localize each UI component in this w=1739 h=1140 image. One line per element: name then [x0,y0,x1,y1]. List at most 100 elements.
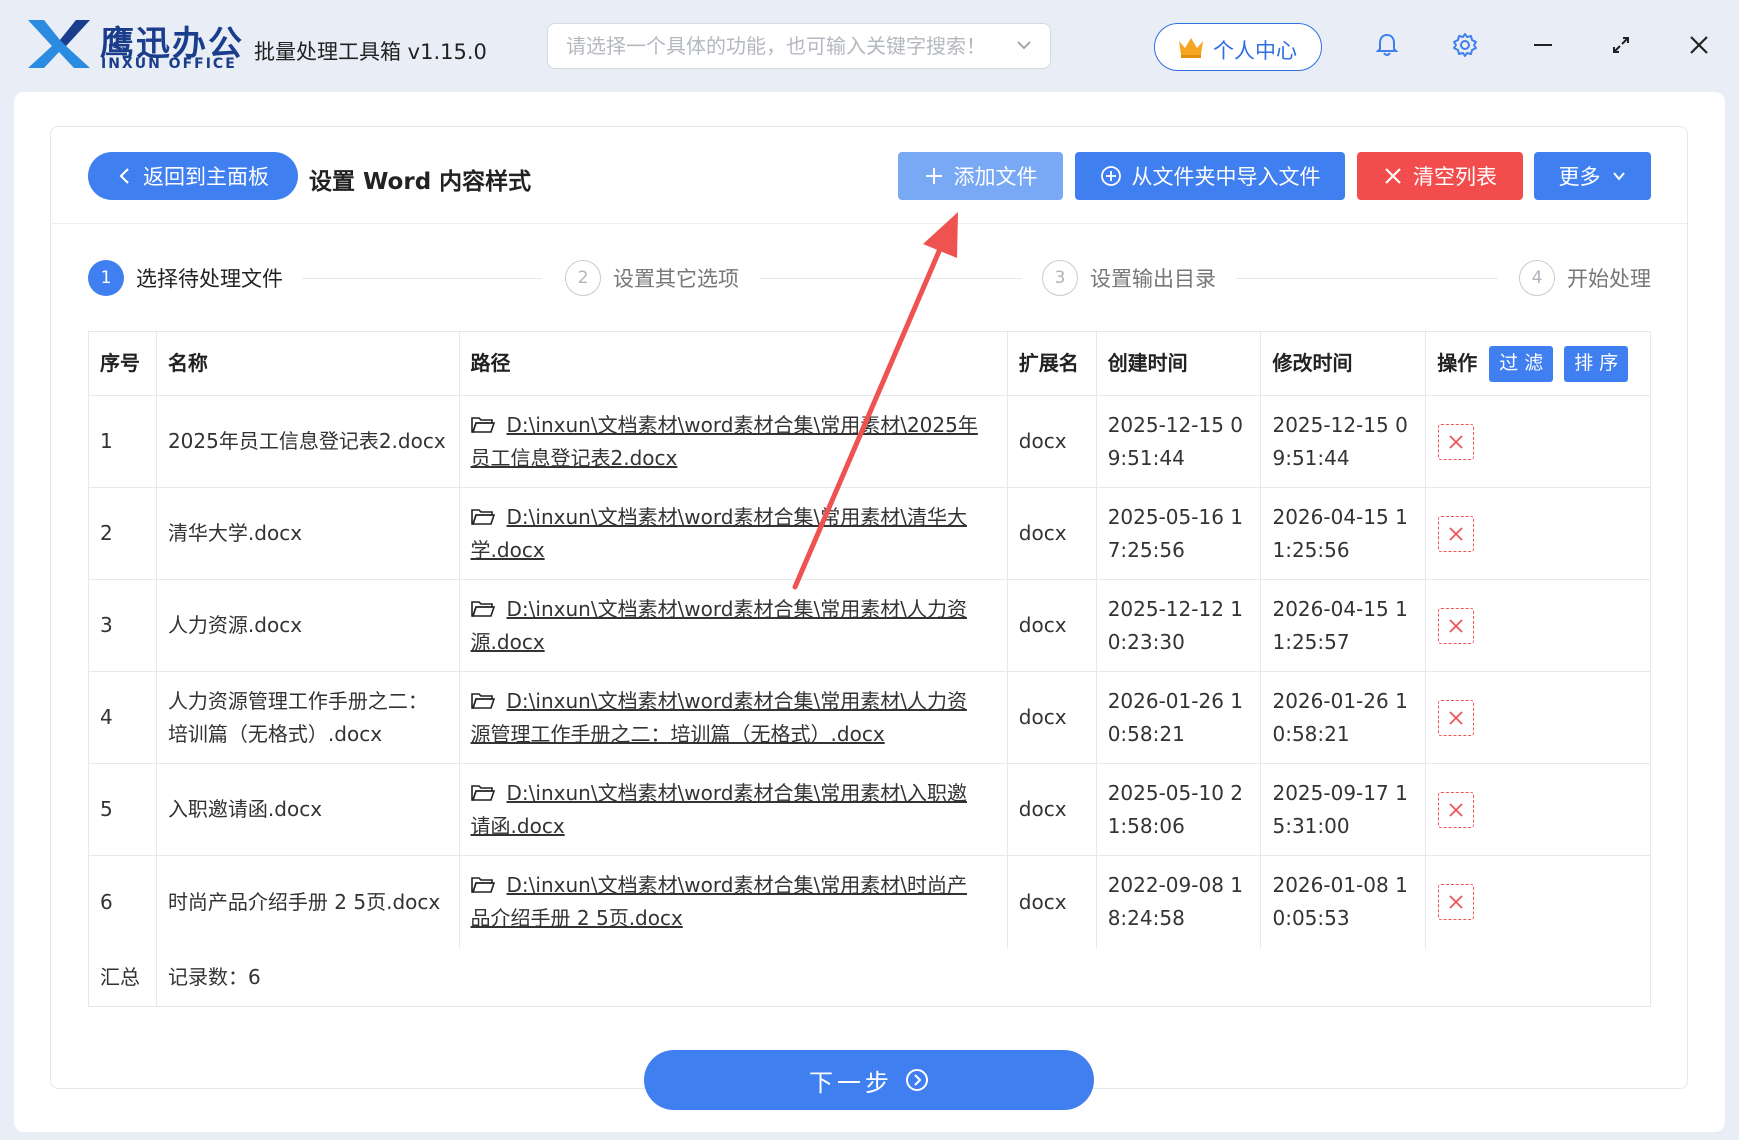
cell-line: 清华大学.docx [167,521,303,545]
delete-row-button[interactable] [1438,607,1475,644]
path-link-text: 员工信息登记表2.docx [470,445,678,470]
cell-line: 人力资源.docx [167,613,303,637]
delete-x-icon [1449,434,1463,449]
delete-row-button[interactable] [1438,515,1475,552]
file-extension: docx [1008,580,1097,671]
path-link-text: D:\inxun\文档素材\word素材合集\常用素材\人力资 [506,596,967,621]
bell-icon[interactable] [1372,30,1402,60]
search-input[interactable] [566,32,1006,60]
title-bar: 鹰迅办公 INXUN OFFICE 批量处理工具箱 v1.15.0 个人中心 [0,0,1739,92]
cell-line: 2025-12-15 0 [1107,412,1243,437]
file-name: 入职邀请函.docx [157,764,460,855]
column-header: 操作 [1437,351,1478,375]
app-title: 批量处理工具箱 v1.15.0 [254,40,487,64]
created-time: 2022-09-08 1 8:24:58 [1097,856,1262,948]
next-step-label: 下一步 [809,1068,893,1097]
clear-list-label: 清空列表 [1413,165,1497,189]
file-name: 时尚产品介绍手册 2 5页.docx [157,856,460,948]
step-number: 3 [1042,260,1078,296]
step-number: 1 [88,260,124,296]
delete-row-button[interactable] [1438,884,1475,920]
file-extension: docx [1008,488,1097,579]
cell-line: 7:25:56 [1107,537,1185,562]
column-header: 创建时间 [1096,332,1262,395]
path-line: D:\inxun\文档素材\word素材合集\常用素材\时尚产 [470,869,967,902]
file-path-link[interactable]: D:\inxun\文档素材\word素材合集\常用素材\2025年员工信息登记表… [460,396,1008,487]
step-connector [302,278,542,279]
file-extension: docx [1008,764,1097,855]
row-index: 2 [89,488,157,579]
created-time: 2025-12-12 1 0:23:30 [1097,580,1262,671]
step-number: 2 [565,260,601,296]
row-index: 5 [89,764,157,855]
path-line: 品介绍手册 2 5页.docx [471,902,967,935]
row-index: 1 [89,396,157,487]
delete-row-button[interactable] [1438,699,1475,736]
file-extension: docx [1008,856,1097,948]
column-header: 扩展名 [1007,332,1097,395]
folder-icon [470,416,495,433]
path-line: D:\inxun\文档素材\word素材合集\常用素材\2025年 [470,409,978,442]
minimize-icon[interactable] [1528,30,1558,60]
file-path-link[interactable]: D:\inxun\文档素材\word素材合集\常用素材\清华大 学.docx [460,488,1008,579]
delete-x-icon [1449,710,1463,725]
filter-button[interactable]: 过 滤 [1489,345,1554,382]
column-header: 序号 [89,332,157,395]
cell-line: 2025-12-12 1 [1107,596,1243,621]
created-time: 2025-05-16 1 7:25:56 [1097,488,1262,579]
cell-line: 9:51:44 [1107,445,1185,470]
path-line: 学.docx [471,534,967,567]
maximize-icon[interactable] [1606,30,1636,60]
chevron-down-icon [1612,172,1625,181]
table-header: 序号 名称 路径 扩展名 创建时间 修改时间 操作 过 滤 排 序 [89,332,1650,396]
plus-icon [925,168,942,184]
summary-label: 汇总 [89,948,157,1006]
close-icon[interactable] [1684,30,1714,60]
gear-icon[interactable] [1450,30,1480,60]
cell-line: 人力资源管理工作手册之二： [167,688,428,713]
add-file-button[interactable]: 添加文件 [898,152,1063,200]
user-center-button[interactable]: 个人中心 [1154,23,1322,71]
cell-line: 2025-12-15 0 [1272,412,1408,437]
delete-x-icon [1449,526,1463,541]
table-row: 3 人力资源.docx D:\inxun\文档素材\word素材合集\常用素材\人力… [89,580,1650,672]
more-button[interactable]: 更多 [1534,152,1651,200]
back-to-main-button[interactable]: 返回到主面板 [88,152,298,200]
summary-count: 记录数：6 [167,964,261,989]
file-path-link[interactable]: D:\inxun\文档素材\word素材合集\常用素材\入职邀 请函.docx [460,764,1008,855]
plus-circle-icon [1100,166,1121,186]
path-line: 源.docx [471,626,967,659]
file-table: 序号 名称 路径 扩展名 创建时间 修改时间 操作 过 滤 排 序 1 2025年… [88,331,1651,1007]
sort-button[interactable]: 排 序 [1564,345,1629,382]
back-label: 返回到主面板 [143,165,269,189]
more-label: 更多 [1558,165,1601,189]
brand-name-en: INXUN OFFICE [101,56,237,72]
cell-line: 2026-01-26 1 [1107,688,1243,713]
file-extension: docx [1008,396,1097,487]
chevron-down-icon[interactable] [1014,35,1034,55]
folder-icon [470,508,495,525]
file-path-link[interactable]: D:\inxun\文档素材\word素材合集\常用素材\人力资 源管理工作手册之二… [460,672,1008,763]
cell-line: 2026-04-15 1 [1272,596,1408,621]
cell-line: 1:25:57 [1272,629,1350,654]
cell-line: 2025年员工信息登记表2.docx [167,429,446,453]
clear-list-button[interactable]: 清空列表 [1357,152,1523,200]
row-index: 4 [89,672,157,763]
file-path-link[interactable]: D:\inxun\文档素材\word素材合集\常用素材\时尚产品介绍手册 2 5… [460,856,1008,948]
step-connector [760,278,1022,279]
next-step-button[interactable]: 下一步 [644,1050,1094,1110]
function-search[interactable] [547,23,1051,69]
delete-row-button[interactable] [1438,423,1475,460]
import-from-folder-button[interactable]: 从文件夹中导入文件 [1075,152,1345,200]
path-link-text: 源管理工作手册之二：培训篇（无格式）.docx [470,721,885,746]
path-link-text: 品介绍手册 2 5页.docx [470,906,683,930]
cell-line: 8:24:58 [1107,906,1185,930]
import-folder-label: 从文件夹中导入文件 [1131,165,1321,189]
close-icon [1385,168,1401,184]
delete-row-button[interactable] [1438,791,1475,828]
file-path-link[interactable]: D:\inxun\文档素材\word素材合集\常用素材\人力资源.docx [460,580,1008,671]
row-index: 3 [89,580,157,671]
row-actions [1426,580,1650,671]
table-row: 2 清华大学.docx D:\inxun\文档素材\word素材合集\常用素材\清华… [89,488,1650,580]
column-header: 名称 [156,332,460,395]
